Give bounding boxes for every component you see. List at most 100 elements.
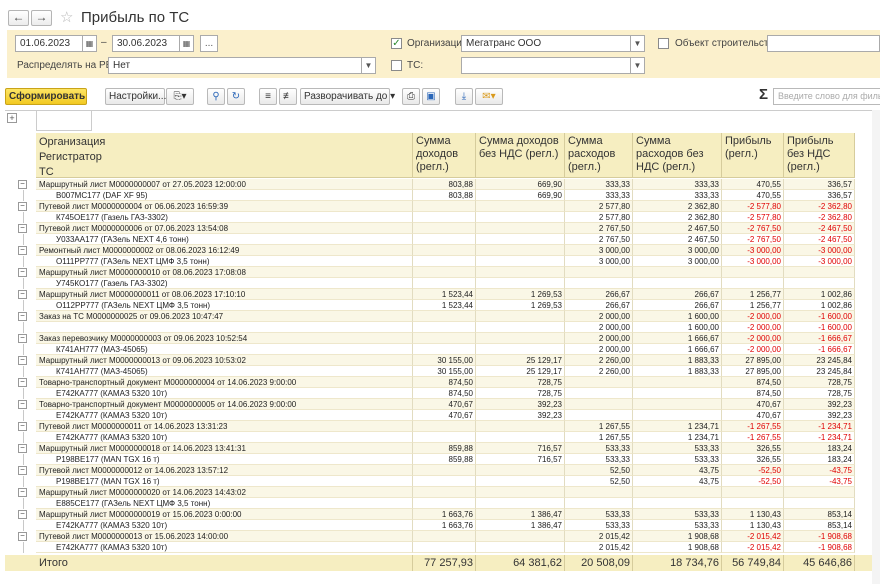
org-checkbox[interactable]: ✓ [391, 38, 402, 49]
report-search-input[interactable]: Введите слово для фильтра [773, 88, 880, 105]
tree-collapse-icon[interactable]: − [18, 444, 27, 453]
vehicle-row[interactable]: О111РР777 (ГАЗель NEXT ЦМФ 3,5 тонн) 3 00… [5, 256, 880, 267]
cell-expense: 333,33 [565, 190, 633, 201]
registrar-row[interactable]: − Маршрутный лист М0000000011 от 08.06.20… [5, 289, 880, 300]
search-reset-button[interactable]: ↻ [227, 88, 245, 105]
tree-collapse-icon[interactable]: − [18, 510, 27, 519]
tree-collapse-icon[interactable]: − [18, 246, 27, 255]
copy-options-button[interactable]: ⎘▾ [166, 88, 194, 105]
cell-income: 803,88 [413, 190, 476, 201]
chevron-down-icon[interactable]: ▼ [630, 35, 645, 52]
mail-button[interactable]: ✉▾ [475, 88, 503, 105]
chevron-down-icon[interactable]: ▼ [630, 57, 645, 74]
row-name: Товарно-транспортный документ М000000000… [36, 399, 413, 410]
star-icon[interactable]: ☆ [60, 8, 73, 26]
vehicle-row[interactable]: В007МС177 (DAF XF 95) 803,88 669,90 333,33 3… [5, 190, 880, 201]
vehicle-row[interactable]: У745КО177 (Газель ГАЗ-3302) [5, 278, 880, 289]
construction-select[interactable] [767, 35, 880, 52]
sort-asc-button[interactable]: ≡ [259, 88, 277, 105]
sum-icon[interactable]: Σ [759, 86, 768, 103]
vehicle-row[interactable]: Е885СЕ177 (ГАЗель NEXT ЦМФ 3,5 тонн) [5, 498, 880, 509]
vehicle-row[interactable]: У033АА177 (ГАЗель NEXT 4,6 тонн) 2 767,50… [5, 234, 880, 245]
cell-profit-novat: -2 467,50 [784, 223, 855, 234]
registrar-row[interactable]: − Заказ перевозчику М0000000003 от 09.06.… [5, 333, 880, 344]
distribute-select[interactable]: Нет [108, 57, 376, 74]
tree-collapse-icon[interactable]: − [18, 532, 27, 541]
registrar-row[interactable]: − Путевой лист М0000000012 от 14.06.2023 … [5, 465, 880, 476]
row-name: Маршрутный лист М0000000013 от 09.06.202… [36, 355, 413, 366]
preview-button[interactable]: ▣ [422, 88, 440, 105]
calendar-icon[interactable]: ▦ [82, 35, 97, 52]
tree-collapse-icon[interactable]: − [18, 290, 27, 299]
forward-button[interactable]: → [31, 10, 52, 26]
registrar-row[interactable]: − Товарно-транспортный документ М00000000… [5, 377, 880, 388]
cell-income: 1 523,44 [413, 289, 476, 300]
expand-to-button[interactable]: Разворачивать до ▾ [300, 88, 395, 105]
registrar-row[interactable]: − Маршрутный лист М0000000018 от 14.06.20… [5, 443, 880, 454]
registrar-row[interactable]: − Заказ на ТС М0000000025 от 09.06.2023 1… [5, 311, 880, 322]
tc-checkbox[interactable] [391, 60, 402, 71]
tree-collapse-icon[interactable]: − [18, 312, 27, 321]
tree-collapse-icon[interactable]: − [18, 378, 27, 387]
vehicle-row[interactable]: Е742КА777 (КАМАЗ 5320 10т) 874,50 728,75 87… [5, 388, 880, 399]
vehicle-row[interactable]: К741АН777 (МАЗ-45065) 30 155,00 25 129,17 2… [5, 366, 880, 377]
registrar-row[interactable]: − Маршрутный лист М0000000013 от 09.06.20… [5, 355, 880, 366]
chevron-down-icon[interactable]: ▼ [361, 57, 376, 74]
registrar-row[interactable]: − Маршрутный лист М0000000020 от 14.06.20… [5, 487, 880, 498]
vehicle-row[interactable]: О112РР777 (ГАЗель NEXT ЦМФ 3,5 тонн) 1 52… [5, 300, 880, 311]
cell-income [413, 311, 476, 322]
construction-checkbox[interactable] [658, 38, 669, 49]
vehicle-row[interactable]: Е742КА777 (КАМАЗ 5320 10т) 1 663,76 1 386,… [5, 520, 880, 531]
settings-button[interactable]: Настройки... [105, 88, 166, 105]
vehicle-row[interactable]: Р198ВЕ177 (MAN TGX 16 т) 859,88 716,57 533,… [5, 454, 880, 465]
cell-income [413, 322, 476, 333]
registrar-row[interactable]: − Путевой лист М0000000013 от 15.06.2023 … [5, 531, 880, 542]
registrar-row[interactable]: − Путевой лист М0000000004 от 06.06.2023 … [5, 201, 880, 212]
vehicle-row[interactable]: К741АН777 (МАЗ-45065) 2 000,00 1 666,67 -2 … [5, 344, 880, 355]
registrar-row[interactable]: − Путевой лист М0000000011 от 14.06.2023 … [5, 421, 880, 432]
registrar-row[interactable]: − Путевой лист М0000000006 от 07.06.2023 … [5, 223, 880, 234]
tree-collapse-icon[interactable]: − [18, 334, 27, 343]
generate-button[interactable]: Сформировать [5, 88, 87, 105]
cell-income-novat [476, 223, 565, 234]
vertical-scrollbar[interactable] [872, 110, 880, 584]
vehicle-row[interactable]: Е742КА777 (КАМАЗ 5320 10т) 470,67 392,23 47… [5, 410, 880, 421]
calendar-icon[interactable]: ▦ [179, 35, 194, 52]
vehicle-row[interactable]: Е742КА777 (КАМАЗ 5320 10т) 1 267,55 1 234,… [5, 432, 880, 443]
org-select[interactable]: Мегатранс ООО [461, 35, 645, 52]
registrar-row[interactable]: − Маршрутный лист М0000000019 от 15.06.20… [5, 509, 880, 520]
sort-desc-button[interactable]: ≢ [279, 88, 297, 105]
cell-profit-novat: -1 908,68 [784, 531, 855, 542]
print-button[interactable]: ⎙ [402, 88, 420, 105]
tree-collapse-icon[interactable]: − [18, 400, 27, 409]
vehicle-row[interactable]: Е742КА777 (КАМАЗ 5320 10т) 2 015,42 1 908,… [5, 542, 880, 553]
tree-collapse-icon[interactable]: − [18, 356, 27, 365]
search-button[interactable]: ⚲ [207, 88, 225, 105]
row-name: Маршрутный лист М0000000020 от 14.06.202… [36, 487, 413, 498]
tree-collapse-icon[interactable]: − [18, 180, 27, 189]
tree-collapse-icon[interactable]: − [18, 488, 27, 497]
cell-profit: 326,55 [722, 443, 784, 454]
cell-profit: -2 000,00 [722, 344, 784, 355]
registrar-row[interactable]: − Ремонтный лист М0000000002 от 08.06.202… [5, 245, 880, 256]
vehicle-row[interactable]: К745ОЕ177 (Газель ГАЗ-3302) 2 577,80 2 362… [5, 212, 880, 223]
tree-collapse-icon[interactable]: + [7, 113, 17, 123]
back-button[interactable]: ← [8, 10, 29, 26]
cell-income-novat: 1 386,47 [476, 509, 565, 520]
tc-select[interactable] [461, 57, 645, 74]
tree-collapse-icon[interactable]: − [18, 268, 27, 277]
vehicle-row[interactable]: Р198ВЕ177 (MAN TGX 16 т) 52,50 43,75 -52,50… [5, 476, 880, 487]
registrar-row[interactable]: − Маршрутный лист М0000000010 от 08.06.20… [5, 267, 880, 278]
vehicle-row[interactable]: 2 000,00 1 600,00 -2 000,00 -1 600,00 [5, 322, 880, 333]
tree-collapse-icon[interactable]: − [18, 422, 27, 431]
registrar-row[interactable]: − Маршрутный лист М0000000007 от 27.05.20… [5, 179, 880, 190]
cell-expense-novat: 2 467,50 [633, 223, 722, 234]
tree-collapse-icon[interactable]: − [18, 224, 27, 233]
cell-profit: 1 256,77 [722, 289, 784, 300]
registrar-row[interactable]: − Товарно-транспортный документ М00000000… [5, 399, 880, 410]
download-button[interactable]: ⤓ [455, 88, 473, 105]
period-button[interactable]: ... [200, 35, 218, 52]
tree-collapse-icon[interactable]: − [18, 202, 27, 211]
row-name: О111РР777 (ГАЗель NEXT ЦМФ 3,5 тонн) [36, 256, 413, 267]
tree-collapse-icon[interactable]: − [18, 466, 27, 475]
